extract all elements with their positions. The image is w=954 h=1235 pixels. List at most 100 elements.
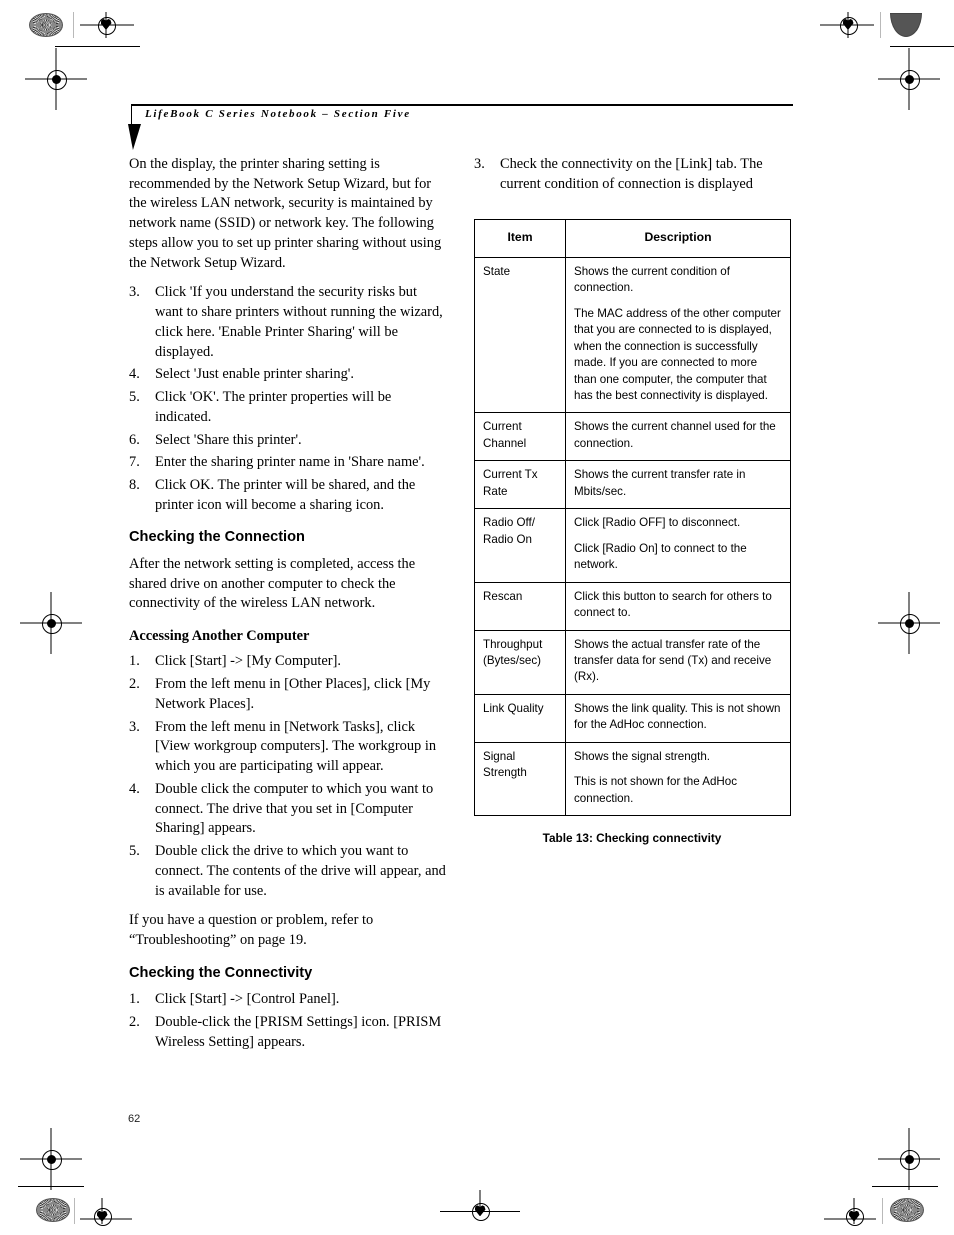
- table-cell-item: Throughput (Bytes/sec): [474, 629, 566, 695]
- link-tab-step-number: 3.: [474, 156, 485, 172]
- page-number: 62: [128, 1113, 141, 1125]
- registration-target-bottom-left: [80, 1198, 132, 1227]
- document-page: LifeBook C Series Notebook – Section Fiv…: [0, 0, 954, 1235]
- mark-separator-top-left: [73, 12, 74, 38]
- accessing-step-text: Double click the drive to which you want…: [155, 843, 446, 899]
- rosette-mark-top-right: [890, 13, 922, 37]
- registration-cross-top-left: [25, 48, 87, 110]
- table-row: Link Quality Shows the link quality. This…: [474, 693, 791, 743]
- table-cell-description: Shows the signal strength. This is not sh…: [565, 741, 791, 817]
- accessing-computer-step-list: 1. Click [Start] -> [My Computer]. 2. From …: [129, 652, 447, 901]
- rosette-mark-bottom-left: [36, 1198, 70, 1222]
- right-column: 3. Check the connectivity on the [Link] t…: [474, 155, 794, 845]
- registration-target-bottom-right: [824, 1198, 876, 1227]
- connectivity-step-number: 1.: [129, 991, 140, 1008]
- table-cell-paragraph: Shows the signal strength.: [574, 749, 710, 763]
- registration-target-top-right: [820, 12, 874, 38]
- accessing-step-text: Double click the computer to which you w…: [155, 780, 434, 837]
- registration-cross-middle-left: [20, 592, 82, 654]
- printer-step-number: 3.: [129, 284, 140, 301]
- printer-step-item: 7. Enter the sharing printer name in 'Sha…: [129, 453, 447, 473]
- table-cell-item: Radio Off/ Radio On: [474, 508, 566, 583]
- accessing-step-number: 4.: [129, 780, 140, 797]
- rosette-mark-top-left: [29, 13, 63, 37]
- table-cell-item: Current Channel: [474, 412, 566, 462]
- printer-step-item: 8. Click OK. The printer will be shared, …: [129, 476, 447, 515]
- accessing-step-number: 3.: [129, 718, 140, 735]
- connectivity-step-list: 1. Click [Start] -> [Control Panel]. 2. Dou…: [129, 990, 447, 1052]
- printer-step-number: 7.: [129, 454, 140, 471]
- registration-cross-middle-right: [878, 592, 940, 654]
- table-cell-paragraph: The MAC address of the other computer th…: [574, 306, 781, 402]
- registration-cross-bottom-left: [20, 1128, 82, 1190]
- table-cell-paragraph: Shows the current condition of connectio…: [574, 264, 730, 295]
- table-cell-description: Shows the current condition of connectio…: [565, 256, 791, 414]
- table-row: Throughput (Bytes/sec) Shows the actual t…: [474, 629, 791, 695]
- printer-step-item: 6. Select 'Share this printer'.: [129, 431, 447, 451]
- accessing-step-item: 2. From the left menu in [Other Places], …: [129, 675, 447, 714]
- registration-target-bottom-center: [455, 1190, 505, 1221]
- heading-checking-the-connectivity: Checking the Connectivity: [129, 964, 313, 981]
- heading-checking-the-connection: Checking the Connection: [129, 529, 305, 546]
- accessing-step-item: 5. Double click the drive to which you wa…: [129, 842, 447, 901]
- table-header-row: Item Description: [474, 219, 791, 258]
- registration-cross-bottom-right: [878, 1128, 940, 1190]
- table-cell-item: Rescan: [474, 581, 566, 631]
- mark-separator-bottom-right: [882, 1198, 883, 1224]
- table-cell-paragraph: This is not shown for the AdHoc connecti…: [574, 775, 738, 805]
- table-row: Rescan Click this button to search for ot…: [474, 581, 791, 631]
- printer-step-text: Click 'OK'. The printer properties will …: [155, 389, 392, 425]
- registration-target-top-left: [80, 12, 134, 38]
- link-tab-step-text: Check the connectivity on the [Link] tab…: [500, 156, 763, 192]
- table-cell-paragraph: Click [Radio OFF] to disconnect.: [574, 516, 741, 530]
- accessing-step-number: 1.: [129, 653, 140, 670]
- header-rule: [131, 104, 793, 106]
- checking-connectivity-table: Item Description State Shows the current …: [474, 219, 791, 817]
- printer-step-text: Click 'If you understand the security ri…: [155, 284, 443, 360]
- trim-rule-bottom-left: [18, 1186, 84, 1187]
- subheading-accessing-another-computer: Accessing Another Computer: [129, 628, 310, 645]
- table-cell-paragraph: Shows the actual transfer rate of the tr…: [574, 637, 772, 684]
- link-tab-step-list: 3. Check the connectivity on the [Link] t…: [474, 155, 794, 194]
- trim-rule-top-right: [890, 46, 954, 47]
- troubleshooting-paragraph: If you have a question or problem, refer…: [129, 912, 374, 949]
- connectivity-step-item: 1. Click [Start] -> [Control Panel].: [129, 990, 447, 1010]
- table-cell-description: Click [Radio OFF] to disconnect. Click [R…: [565, 508, 791, 583]
- header-flag-marker: [128, 124, 141, 150]
- printer-step-number: 4.: [129, 366, 140, 383]
- mark-separator-bottom-left: [74, 1198, 75, 1224]
- table-cell-item: Current Tx Rate: [474, 460, 566, 510]
- table-row: Radio Off/ Radio On Click [Radio OFF] to …: [474, 508, 791, 583]
- table-caption: Table 13: Checking connectivity: [542, 831, 722, 846]
- table-cell-description: Shows the current channel used for the c…: [565, 412, 791, 462]
- accessing-step-text: Click [Start] -> [My Computer].: [155, 653, 341, 670]
- table-cell-description: Click this button to search for others t…: [565, 581, 791, 631]
- trim-rule-top-left: [55, 46, 140, 47]
- connectivity-step-text: Double-click the [PRISM Settings] icon. …: [155, 1013, 442, 1050]
- connectivity-step-item: 2. Double-click the [PRISM Settings] icon…: [129, 1013, 447, 1052]
- table-cell-paragraph: Click this button to search for others t…: [574, 589, 772, 620]
- column-header-item: Item: [474, 219, 566, 258]
- printer-sharing-step-list: 3. Click 'If you understand the security …: [129, 283, 447, 515]
- accessing-step-item: 4. Double click the computer to which you…: [129, 780, 447, 839]
- table-cell-description: Shows the actual transfer rate of the tr…: [565, 629, 791, 695]
- connectivity-step-number: 2.: [129, 1013, 140, 1030]
- table-row: Current Channel Shows the current channel…: [474, 412, 791, 462]
- accessing-step-text: From the left menu in [Other Places], cl…: [155, 676, 431, 712]
- accessing-step-number: 2.: [129, 676, 140, 693]
- printer-step-number: 8.: [129, 477, 140, 494]
- header-tick: [131, 104, 132, 126]
- connectivity-step-text: Click [Start] -> [Control Panel].: [155, 991, 340, 1008]
- accessing-step-text: From the left menu in [Network Tasks], c…: [155, 718, 437, 775]
- table-cell-description: Shows the link quality. This is not show…: [565, 693, 791, 743]
- table-cell-paragraph: Shows the link quality. This is not show…: [574, 701, 781, 732]
- link-tab-step-item: 3. Check the connectivity on the [Link] t…: [474, 155, 794, 194]
- table-row: Current Tx Rate Shows the current transfe…: [474, 460, 791, 510]
- left-column: On the display, the printer sharing sett…: [129, 155, 447, 1062]
- printer-step-number: 5.: [129, 389, 140, 406]
- table-row: Signal Strength Shows the signal strength…: [474, 741, 791, 817]
- mark-separator-top-right: [880, 12, 881, 38]
- intro-paragraph: On the display, the printer sharing sett…: [129, 156, 442, 271]
- trim-rule-bottom-right: [872, 1186, 938, 1187]
- table-cell-item: Signal Strength: [474, 741, 566, 817]
